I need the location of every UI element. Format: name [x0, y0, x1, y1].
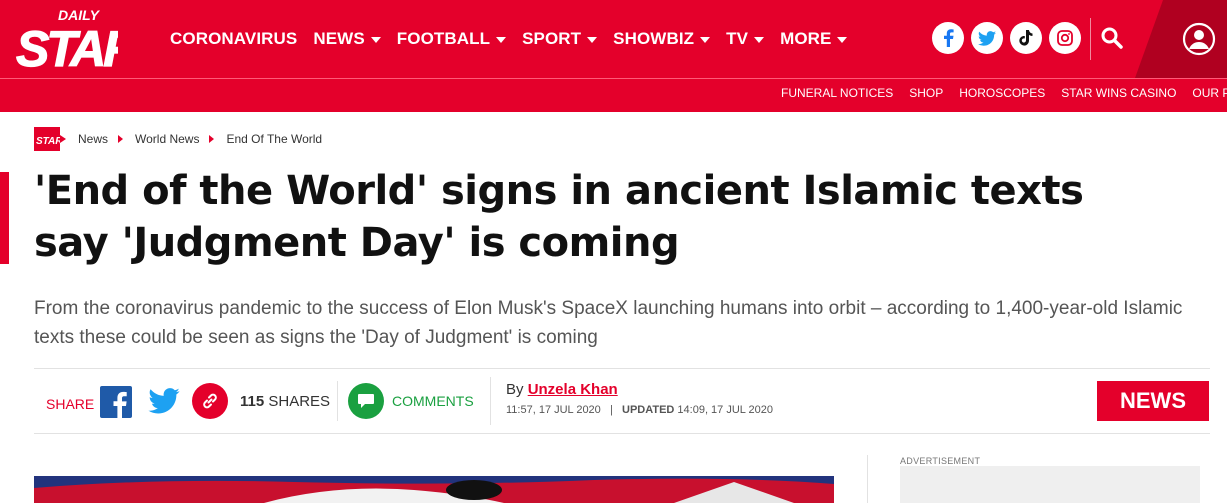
- social-links: [932, 22, 1081, 54]
- updated-label: UPDATED: [622, 404, 675, 416]
- subnav-item-star-wins-casino[interactable]: STAR WINS CASINO: [1061, 86, 1176, 100]
- share-count-label: SHARES: [268, 393, 331, 410]
- subnav-item-shop[interactable]: SHOP: [909, 86, 943, 100]
- comments-label: COMMENTS: [392, 393, 474, 409]
- subnav-item-our-paper[interactable]: OUR PAPER: [1192, 86, 1227, 100]
- search-icon[interactable]: [1100, 26, 1126, 52]
- nav-item-label: NEWS: [313, 29, 365, 48]
- chevron-down-icon: [370, 37, 381, 43]
- facebook-share-icon[interactable]: [100, 386, 132, 423]
- nav-item-label: SPORT: [522, 29, 582, 48]
- facebook-icon[interactable]: [932, 22, 964, 54]
- nav-item-label: FOOTBALL: [396, 29, 491, 48]
- subnav-item-horoscopes[interactable]: HOROSCOPES: [959, 86, 1045, 100]
- updated-time: 14:09, 17 JUL 2020: [677, 404, 774, 416]
- chevron-right-icon: [118, 135, 124, 143]
- svg-text:STAR: STAR: [36, 136, 60, 147]
- share-divider: [337, 381, 338, 421]
- nav-item-showbiz[interactable]: SHOWBIZ: [613, 29, 711, 49]
- breadcrumb-item[interactable]: World News: [135, 132, 199, 146]
- subnav-item-funeral-notices[interactable]: FUNERAL NOTICES: [781, 86, 893, 100]
- chevron-down-icon: [496, 37, 507, 43]
- twitter-icon[interactable]: [971, 22, 1003, 54]
- logo-star-text: STAR: [16, 21, 118, 72]
- twitter-share-icon[interactable]: [148, 388, 180, 419]
- chevron-down-icon: [754, 37, 765, 43]
- breadcrumb-item[interactable]: End Of The World: [226, 132, 322, 146]
- nav-item-label: CORONAVIRUS: [170, 29, 298, 48]
- comment-icon: [348, 383, 384, 419]
- publish-dates: 11:57, 17 JUL 2020 | UPDATED 14:09, 17 J…: [506, 404, 774, 416]
- nav-item-news[interactable]: NEWS: [313, 29, 381, 49]
- main-nav: CORONAVIRUS NEWS FOOTBALL SPORT SHOWBIZ TV MOR…: [170, 0, 863, 78]
- tiktok-icon[interactable]: [1010, 22, 1042, 54]
- nav-item-more[interactable]: MORE: [780, 29, 848, 49]
- share-count-number: 115: [240, 393, 265, 410]
- share-label: SHARE: [46, 396, 95, 412]
- chevron-right-icon: [209, 135, 215, 143]
- chevron-down-icon: [837, 37, 848, 43]
- byline-divider: [490, 377, 491, 425]
- nav-item-label: MORE: [780, 29, 832, 48]
- nav-item-coronavirus[interactable]: CORONAVIRUS: [170, 29, 297, 49]
- breadcrumb: STAR News World News End Of The World: [34, 126, 322, 152]
- advertisement-label: ADVERTISEMENT: [900, 456, 981, 466]
- published-time: 11:57, 17 JUL 2020: [506, 404, 601, 416]
- daily-star-logo[interactable]: DAILY STAR: [14, 4, 142, 78]
- sub-nav: FUNERAL NOTICES SHOP HOROSCOPES STAR WINS C…: [781, 86, 1227, 100]
- header-divider: [1090, 18, 1091, 60]
- nav-item-sport[interactable]: SPORT: [522, 29, 598, 49]
- section-badge[interactable]: NEWS: [1097, 381, 1209, 421]
- chevron-down-icon: [700, 37, 711, 43]
- advertisement-slot: [900, 466, 1200, 503]
- share-bar: SHARE 115 SHARES COMMENTS By Unzela Khan…: [34, 368, 1210, 434]
- nav-item-football[interactable]: FOOTBALL: [396, 29, 507, 49]
- breadcrumb-item[interactable]: News: [78, 132, 108, 146]
- chevron-down-icon: [587, 37, 598, 43]
- article-headline: 'End of the World' signs in ancient Isla…: [34, 168, 1084, 266]
- nav-item-tv[interactable]: TV: [726, 29, 765, 49]
- headline-accent-bar: [0, 172, 9, 264]
- instagram-icon[interactable]: [1049, 22, 1081, 54]
- nav-item-label: TV: [726, 29, 749, 48]
- article-standfirst: From the coronavirus pandemic to the suc…: [34, 298, 1183, 348]
- byline: By Unzela Khan: [506, 381, 618, 398]
- author-link[interactable]: Unzela Khan: [528, 381, 618, 398]
- nav-item-label: SHOWBIZ: [613, 29, 695, 48]
- hero-image: [34, 476, 834, 503]
- breadcrumb-home-logo[interactable]: STAR: [34, 127, 66, 151]
- copy-link-icon[interactable]: [192, 383, 228, 419]
- sidebar-divider: [867, 455, 868, 503]
- share-count: 115 SHARES: [240, 393, 330, 410]
- user-account-icon[interactable]: [1182, 22, 1216, 56]
- byline-prefix: By: [506, 381, 524, 398]
- comments-button[interactable]: COMMENTS: [348, 383, 474, 419]
